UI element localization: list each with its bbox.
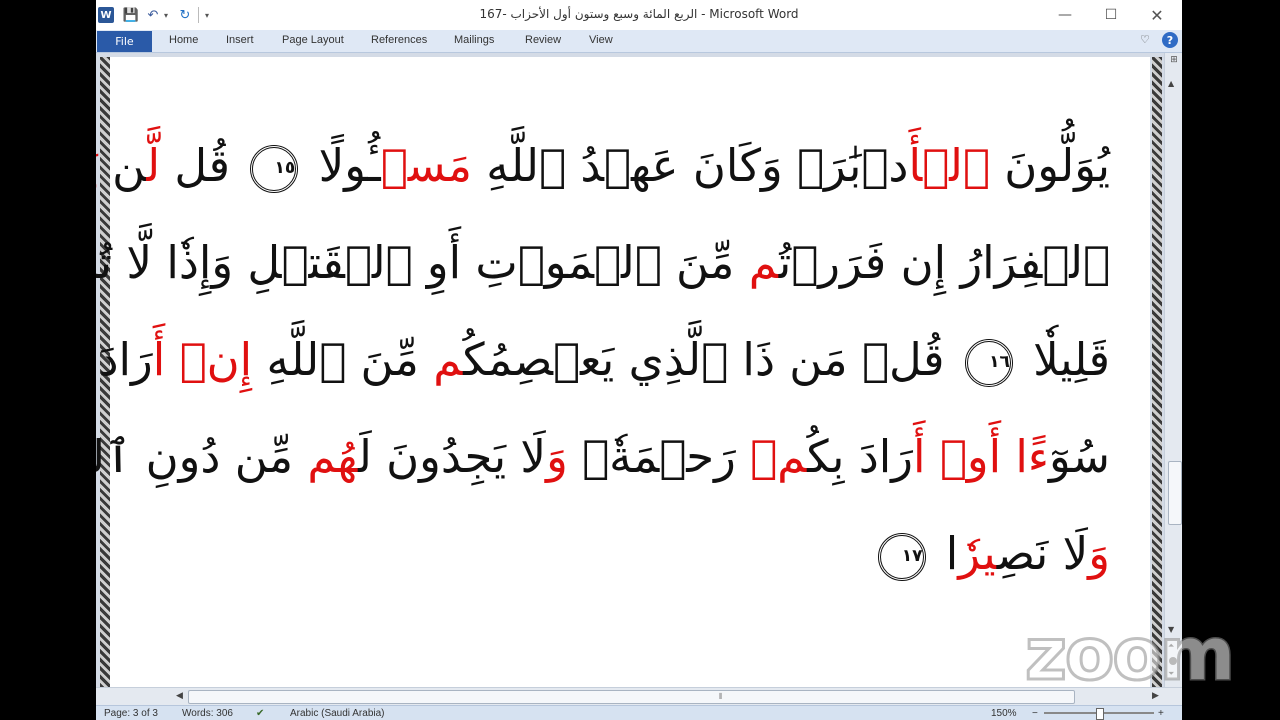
tajweed-highlight: ءًا أَوۡ أَ [913, 430, 1050, 483]
scroll-up-icon[interactable]: ▲ [1168, 79, 1174, 88]
verse-text: سُوٓ [1049, 430, 1110, 483]
verse-text: ٱلۡفِرَارُ إِن فَرَرۡتُ [778, 236, 1110, 289]
vertical-scroll-thumb[interactable] [1168, 461, 1182, 525]
scroll-left-icon[interactable]: ◀ [176, 691, 183, 701]
verse-text: لَا يَجِدُونَ لَ [358, 430, 547, 483]
document-area: يُوَلُّونَ ٱلۡأَدۡبَٰرَۚ وَكَانَ عَهۡدُ … [96, 53, 1182, 687]
tab-file[interactable]: File [97, 31, 152, 52]
tajweed-highlight: م [748, 236, 779, 289]
verse-text [165, 333, 179, 386]
verse-text: دۡبَٰرَۚ وَكَانَ عَهۡدُ ٱللَّهِ [471, 139, 909, 192]
tajweed-highlight: أَ [152, 333, 166, 386]
verse-text: ـُٔولًا [304, 139, 381, 192]
tajweed-highlight: ٱلۡأَ [908, 139, 990, 192]
page-border-right [1152, 57, 1162, 687]
text-line[interactable]: يُوَلُّونَ ٱلۡأَدۡبَٰرَۚ وَكَانَ عَهۡدُ … [96, 117, 1110, 214]
verse-text: يُوَلُّونَ [989, 139, 1110, 192]
verse-text: رَحۡمَةٗۚ [567, 430, 751, 483]
proofing-icon[interactable]: ✔ [256, 708, 264, 719]
tajweed-highlight: لَّ [146, 139, 161, 192]
vertical-scrollbar[interactable]: ⊞ ▲ ▼ ⏶ ⏷ [1164, 53, 1182, 687]
minimize-button[interactable]: — [1042, 0, 1088, 30]
tajweed-highlight: يرٗ [958, 527, 997, 580]
text-line[interactable]: سُوٓءًا أَوۡ أَرَادَ بِكُمۡ رَحۡمَةٗۚ وَ… [96, 408, 1110, 505]
tab-references[interactable]: References [371, 34, 427, 46]
view-ruler-icon[interactable]: ⊞ [1167, 55, 1181, 67]
verse-number-marker: ١٧ [877, 533, 926, 581]
tajweed-highlight: إِنۡ [179, 333, 253, 386]
verse-text: رَادَ بِكُ [807, 430, 914, 483]
ribbon-tabs: File Home Insert Page Layout References … [96, 30, 1182, 53]
verse-text: لَا نَصِ [996, 527, 1089, 580]
quran-text[interactable]: يُوَلُّونَ ٱلۡأَدۡبَٰرَۚ وَكَانَ عَهۡدُ … [96, 117, 1110, 602]
tajweed-highlight: وَ [546, 430, 568, 483]
close-button[interactable]: ✕ [1134, 0, 1180, 30]
verse-text: قُلۡ مَن ذَا ٱلَّذِي يَعۡصِمُكُ [463, 333, 959, 386]
verse-text: ن [97, 139, 147, 192]
word-window: W 💾 ↶ ▾ ↻ ▾ الربع المائة وسبع وستون أول … [96, 0, 1182, 720]
verse-text: رَادَ بِكُ [96, 333, 153, 386]
verse-text: مِّنَ ٱلۡمَوۡتِ أَوِ ٱلۡقَتۡلِ وَإِذٗا ل… [96, 236, 735, 289]
tab-view[interactable]: View [589, 34, 613, 46]
maximize-button[interactable]: ☐ [1088, 0, 1134, 30]
tab-home[interactable]: Home [169, 34, 198, 46]
verse-text: قَلِيلٗا [1018, 333, 1110, 386]
zoom-out-button[interactable]: − [1032, 708, 1038, 719]
zoom-in-button[interactable]: + [1158, 708, 1164, 719]
verse-text: مِّن دُونِ ٱللَّهِ وَلِيّٗا [96, 430, 294, 483]
minimize-ribbon-icon[interactable]: ♡ [1140, 33, 1150, 46]
document-page[interactable]: يُوَلُّونَ ٱلۡأَدۡبَٰرَۚ وَكَانَ عَهۡدُ … [96, 57, 1150, 687]
status-bar: Page: 3 of 3 Words: 306 ✔ Arabic (Saudi … [96, 705, 1182, 720]
text-line[interactable]: ٱلۡفِرَارُ إِن فَرَرۡتُم مِّنَ ٱلۡمَوۡتِ… [96, 214, 1110, 311]
tab-insert[interactable]: Insert [226, 34, 254, 46]
zoom-watermark: zoom [1024, 611, 1237, 698]
tajweed-highlight: هُم [307, 430, 359, 483]
verse-number-marker: ١٦ [964, 339, 1013, 387]
tajweed-highlight: مۡ [750, 430, 808, 483]
window-title: الربع المائة وسبع وستون أول الأحزاب -167… [479, 7, 799, 21]
tajweed-highlight: م [433, 333, 464, 386]
zoom-slider-handle[interactable] [1096, 708, 1104, 720]
language-indicator[interactable]: Arabic (Saudi Arabia) [290, 708, 385, 719]
tajweed-highlight: وَ [1088, 527, 1110, 580]
verse-text: قُل [160, 139, 245, 192]
horizontal-scrollbar[interactable]: ◀ ⦀ ▶ [96, 687, 1182, 706]
scroll-grip-icon: ⦀ [719, 692, 723, 701]
help-icon[interactable]: ? [1162, 32, 1178, 48]
verse-text: مِّنَ ٱللَّهِ [252, 333, 434, 386]
horizontal-scroll-thumb[interactable]: ⦀ [188, 690, 1075, 704]
verse-number-marker: ١٥ [250, 145, 299, 193]
title-bar: W 💾 ↶ ▾ ↻ ▾ الربع المائة وسبع وستون أول … [96, 0, 1182, 30]
text-line[interactable]: وَلَا نَصِيرٗا ١٧ [140, 505, 1110, 602]
tab-mailings[interactable]: Mailings [454, 34, 494, 46]
zoom-level[interactable]: 150% [991, 708, 1017, 719]
word-count[interactable]: Words: 306 [182, 708, 233, 719]
page-count[interactable]: Page: 3 of 3 [104, 708, 158, 719]
tab-review[interactable]: Review [525, 34, 561, 46]
tab-page-layout[interactable]: Page Layout [282, 34, 344, 46]
tajweed-highlight: مَسۡ [380, 139, 472, 192]
text-line[interactable]: قَلِيلٗا ١٦ قُلۡ مَن ذَا ٱلَّذِي يَعۡصِم… [96, 311, 1110, 408]
verse-text: ا [931, 527, 959, 580]
